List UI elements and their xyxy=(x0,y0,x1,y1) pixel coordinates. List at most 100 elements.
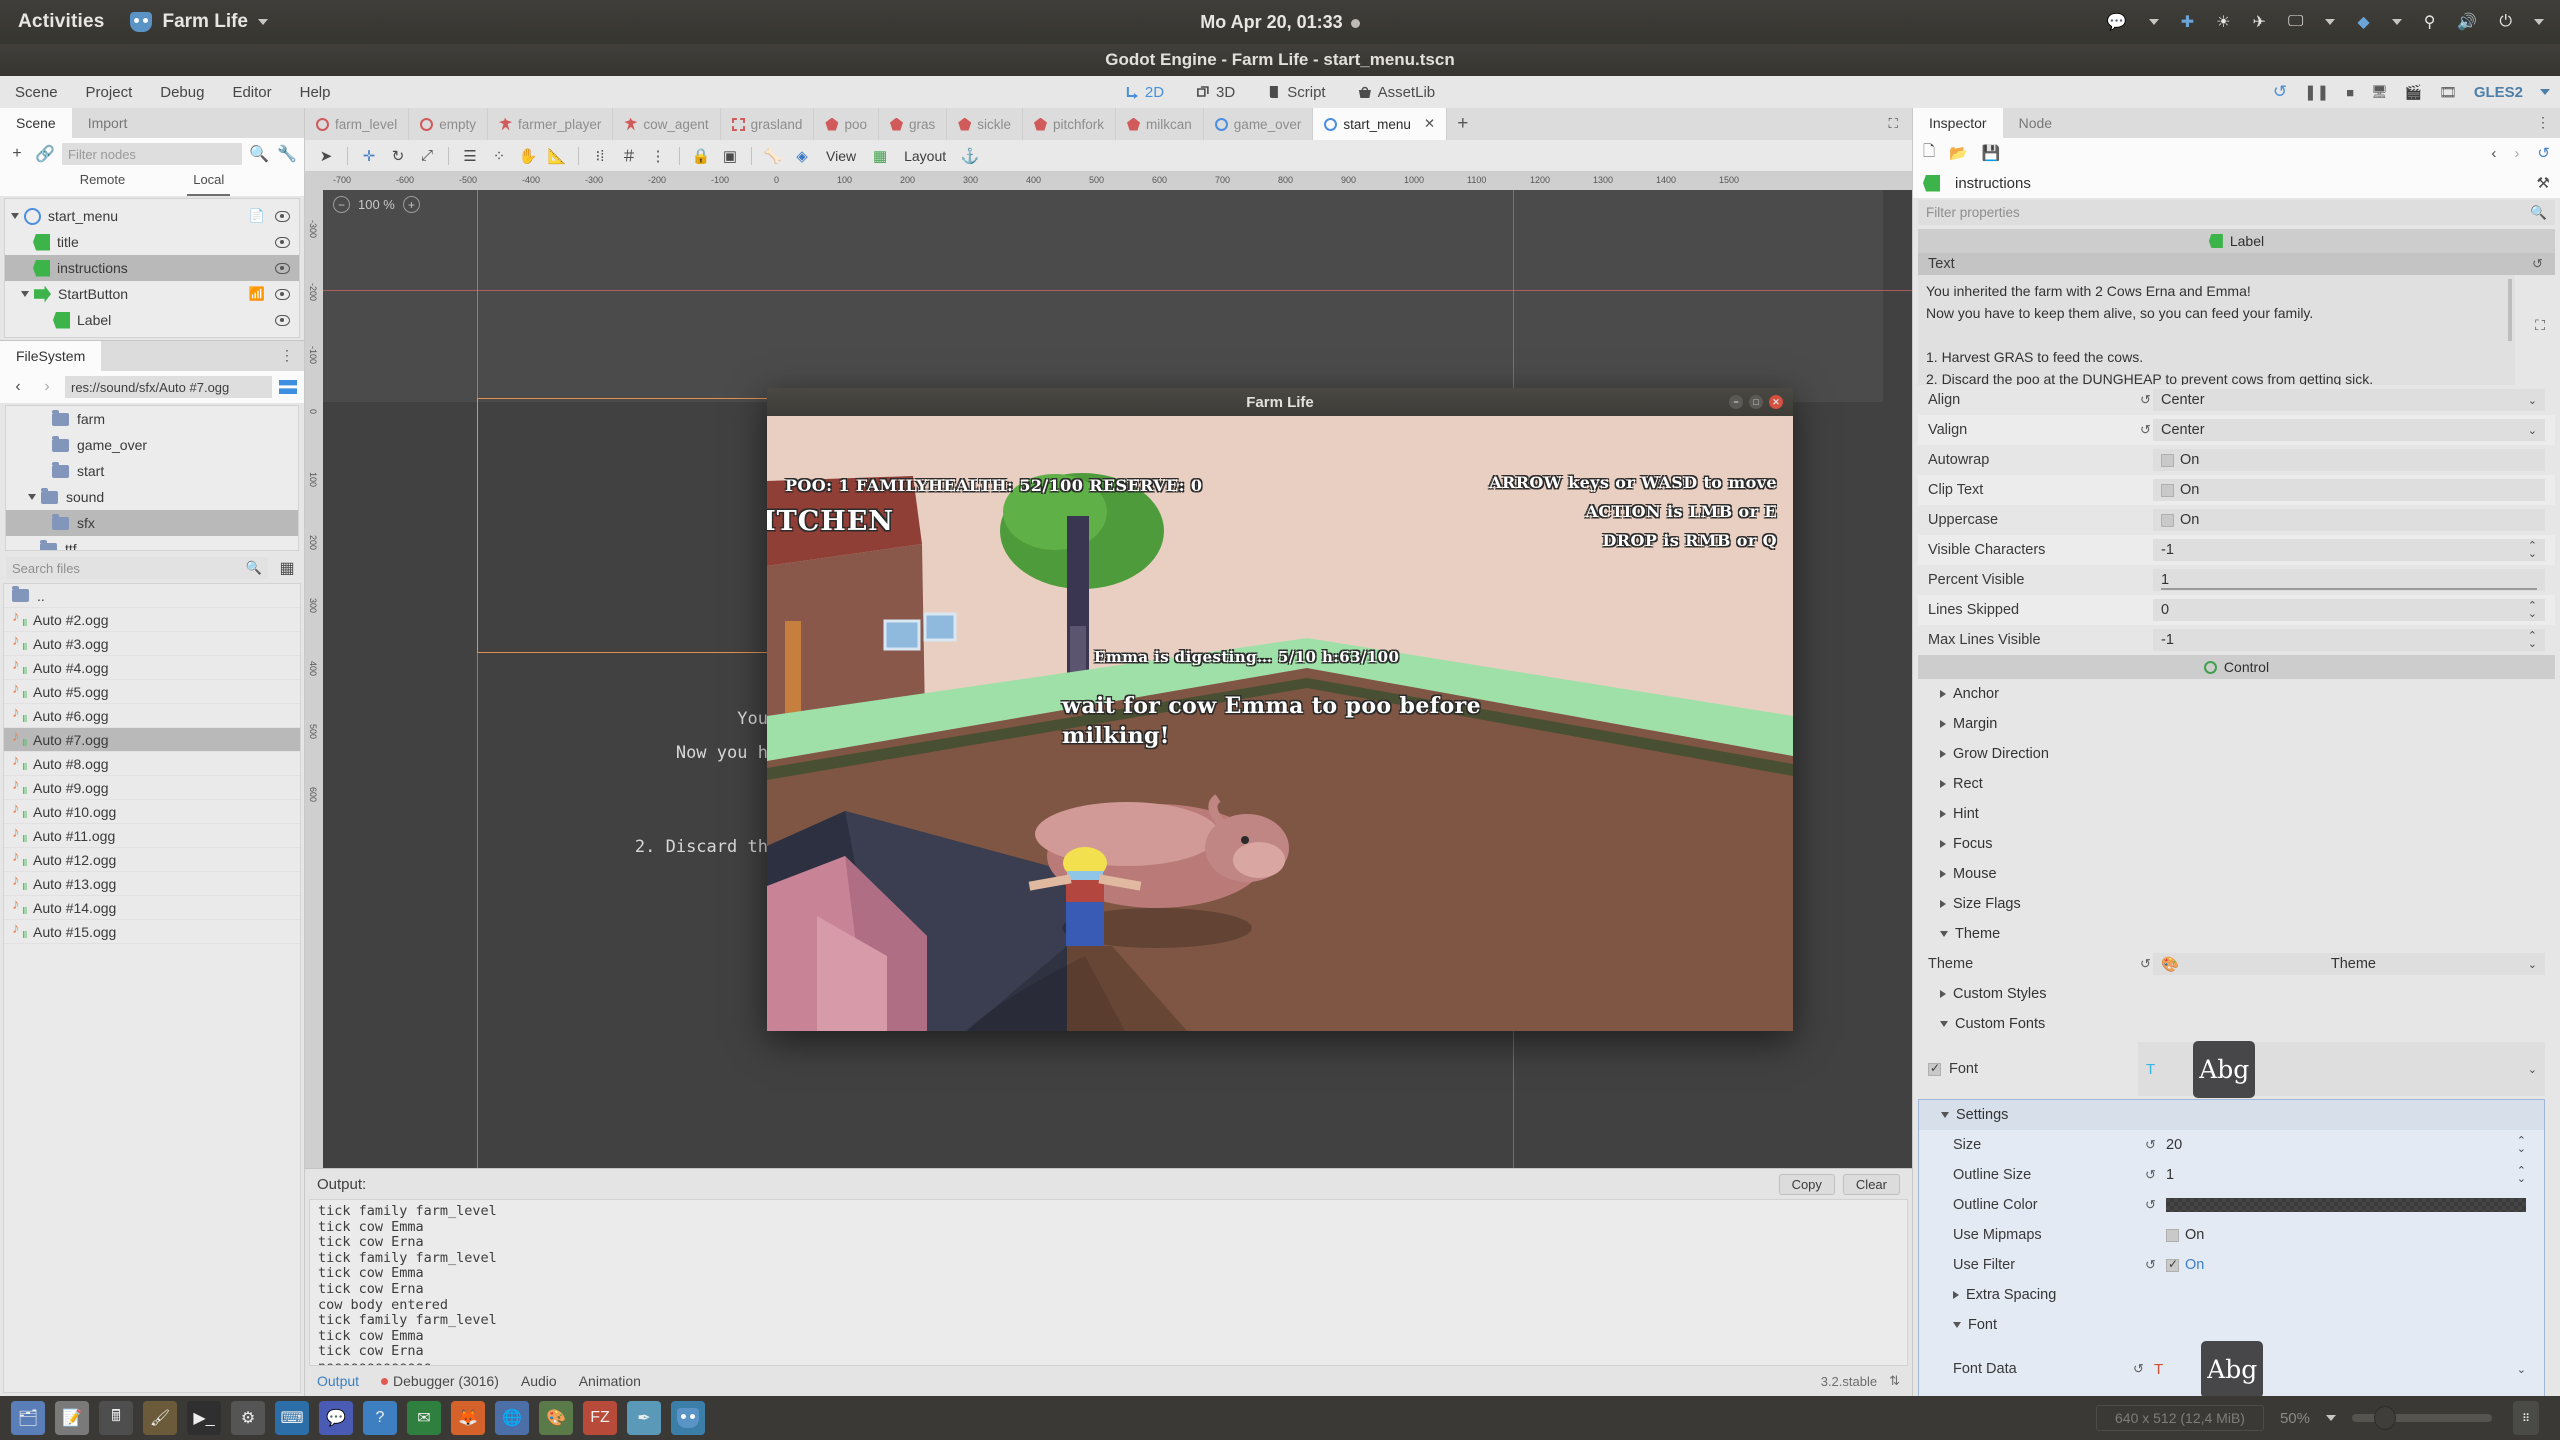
network-icon[interactable]: ◆ xyxy=(2357,12,2369,32)
scene-tab-game_over[interactable]: game_over xyxy=(1204,108,1314,140)
file-row[interactable]: Auto #8.ogg xyxy=(4,752,300,776)
folder-row[interactable]: sound xyxy=(6,484,298,510)
file-row-selected[interactable]: Auto #7.ogg xyxy=(4,728,300,752)
percent-visible-slider[interactable]: 1 xyxy=(2153,569,2545,591)
file-row[interactable]: Auto #4.ogg xyxy=(4,656,300,680)
close-icon[interactable]: ✕ xyxy=(1424,116,1435,132)
clip-text-checkbox[interactable]: On xyxy=(2153,479,2545,501)
mode-script[interactable]: Script xyxy=(1261,81,1331,104)
bluetooth-icon[interactable]: ✚ xyxy=(2181,12,2194,32)
open-resource-icon[interactable]: 📂 xyxy=(1949,144,1968,162)
zoom-out-icon[interactable]: − xyxy=(333,196,350,213)
spinner-arrows-icon[interactable]: ⌃ ⌄ xyxy=(2517,1166,2526,1185)
game-window[interactable]: Farm Life − □ ✕ POO: 1 FAMILYHEALTH: 52/… xyxy=(767,388,1793,1031)
tab-inspector[interactable]: Inspector xyxy=(1913,108,2003,138)
folder-row[interactable]: start xyxy=(6,458,298,484)
file-row[interactable]: Auto #14.ogg xyxy=(4,896,300,920)
layout-menu[interactable]: Layout xyxy=(896,148,954,164)
game-window-titlebar[interactable]: Farm Life − □ ✕ xyxy=(767,388,1793,416)
checkbox-icon[interactable] xyxy=(2166,1228,2179,1242)
font-size-spinner[interactable]: 20 ⌃ ⌄ xyxy=(2158,1134,2534,1156)
font-resource-picker[interactable]: T Abg ⌄ xyxy=(2138,1040,2545,1098)
new-resource-icon[interactable]: 🗋 xyxy=(1923,141,1935,166)
help-icon[interactable]: ? xyxy=(363,1401,397,1435)
chevron-down-icon[interactable] xyxy=(11,213,19,219)
local-button[interactable]: Local xyxy=(187,170,231,196)
eye-icon[interactable] xyxy=(275,288,290,300)
group-extra-spacing[interactable]: Extra Spacing xyxy=(1919,1280,2544,1310)
pivot-icon[interactable]: ⁘ xyxy=(486,144,512,168)
font-data-resource-picker[interactable]: T Abg ⌄ xyxy=(2146,1340,2534,1396)
accessibility-icon[interactable]: ⚲ xyxy=(2424,12,2436,32)
tab-audio[interactable]: Audio xyxy=(521,1373,557,1389)
folder-row[interactable]: ttf xyxy=(6,536,298,550)
group-margin[interactable]: Margin xyxy=(1918,709,2555,739)
outline-size-spinner[interactable]: 1 ⌃ ⌄ xyxy=(2158,1164,2534,1186)
text-value-editor[interactable]: You inherited the farm with 2 Cows Erna … xyxy=(1918,275,2515,385)
search-icon[interactable]: 🔍 xyxy=(246,560,262,576)
folder-row[interactable]: farm xyxy=(6,406,298,432)
activities-button[interactable]: Activities xyxy=(18,11,104,33)
checkbox-icon[interactable] xyxy=(2166,1257,2179,1272)
file-row[interactable]: Auto #15.ogg xyxy=(4,920,300,944)
filter-properties-input[interactable]: Filter properties 🔍 xyxy=(1918,200,2555,225)
tab-import[interactable]: Import xyxy=(72,108,144,138)
slider-knob[interactable] xyxy=(2374,1406,2396,1430)
scale-icon[interactable]: ⤢ xyxy=(414,144,440,168)
signal-icon[interactable]: 📶 xyxy=(249,286,265,302)
scene-tab-sickle[interactable]: sickle xyxy=(947,108,1023,140)
menu-project[interactable]: Project xyxy=(73,81,146,104)
spinner-arrows-icon[interactable]: ⌃ ⌄ xyxy=(2528,541,2537,560)
eye-icon[interactable] xyxy=(275,210,290,222)
visible-characters-spinner[interactable]: -1 ⌃ ⌄ xyxy=(2153,539,2545,561)
color-swatch[interactable] xyxy=(2166,1198,2526,1212)
valign-dropdown[interactable]: Center ⌄ xyxy=(2153,419,2545,441)
scene-tab-grasland[interactable]: grasland xyxy=(721,108,815,140)
clear-button[interactable]: Clear xyxy=(1842,1173,1900,1195)
group-size-flags[interactable]: Size Flags xyxy=(1918,889,2555,919)
checkbox-icon[interactable] xyxy=(2161,453,2174,467)
revert-icon[interactable]: ↺ xyxy=(2143,1197,2158,1213)
skeleton-icon[interactable]: 🦴 xyxy=(760,144,786,168)
spinner-arrows-icon[interactable]: ⌃ ⌄ xyxy=(2528,601,2537,620)
scene-node-instructions[interactable]: instructions xyxy=(5,255,299,281)
godot-icon[interactable] xyxy=(671,1401,705,1435)
firefox-icon[interactable]: 🦊 xyxy=(451,1401,485,1435)
filter-nodes-input[interactable]: Filter nodes xyxy=(62,143,242,165)
group-rect[interactable]: Rect xyxy=(1918,769,2555,799)
spinner-arrows-icon[interactable]: ⌃ ⌄ xyxy=(2528,631,2537,650)
select-arrow-icon[interactable]: ➤ xyxy=(313,144,339,168)
file-row[interactable]: Auto #5.ogg xyxy=(4,680,300,704)
anchor-icon[interactable]: ⚓ xyxy=(957,144,983,168)
rotate-icon[interactable]: ↻ xyxy=(385,144,411,168)
theme-resource-picker[interactable]: 🎨 Theme ⌄ xyxy=(2153,953,2545,975)
zoom-in-icon[interactable]: + xyxy=(402,196,420,213)
scene-node-title[interactable]: title xyxy=(5,229,299,255)
tree-options-icon[interactable]: 🔧 xyxy=(276,143,298,165)
file-row[interactable]: Auto #12.ogg xyxy=(4,848,300,872)
pause-button[interactable]: ❚❚ xyxy=(2304,83,2329,101)
align-dropdown[interactable]: Center ⌄ xyxy=(2153,389,2545,411)
system-tray[interactable]: 💬 ✚ ☀ ✈ 🖵 ◆ ⚲ 🔊 ⏻ xyxy=(2107,12,2560,32)
checkbox-icon[interactable] xyxy=(2161,483,2174,497)
filezilla-icon[interactable]: FZ xyxy=(583,1401,617,1435)
blender-icon[interactable]: 🌐 xyxy=(495,1401,529,1435)
app-menu-button[interactable]: Farm Life xyxy=(130,11,269,33)
revert-icon[interactable]: ↺ xyxy=(2138,956,2153,972)
chevron-down-icon[interactable] xyxy=(21,291,29,297)
group-font[interactable]: Font xyxy=(1919,1310,2544,1340)
chat-icon[interactable]: 💬 xyxy=(2107,12,2127,32)
terminal-icon[interactable]: ▶_ xyxy=(187,1401,221,1435)
spinner-arrows-icon[interactable]: ⌃ ⌄ xyxy=(2517,1136,2526,1155)
group-custom-styles[interactable]: Custom Styles xyxy=(1918,979,2555,1009)
tab-filesystem[interactable]: FileSystem xyxy=(0,341,102,371)
maximize-icon[interactable]: □ xyxy=(1749,395,1763,409)
file-row[interactable]: Auto #13.ogg xyxy=(4,872,300,896)
scene-node-start-menu[interactable]: start_menu 📄 xyxy=(5,203,299,229)
zoom-level-label[interactable]: 100 % xyxy=(358,197,395,212)
scene-node-startbutton[interactable]: StartButton 📶 xyxy=(5,281,299,307)
history-icon[interactable]: ↺ xyxy=(2537,144,2550,162)
scrollbar[interactable] xyxy=(2508,279,2512,341)
tab-node[interactable]: Node xyxy=(2003,108,2068,138)
script-icon[interactable]: 📄 xyxy=(249,208,265,224)
